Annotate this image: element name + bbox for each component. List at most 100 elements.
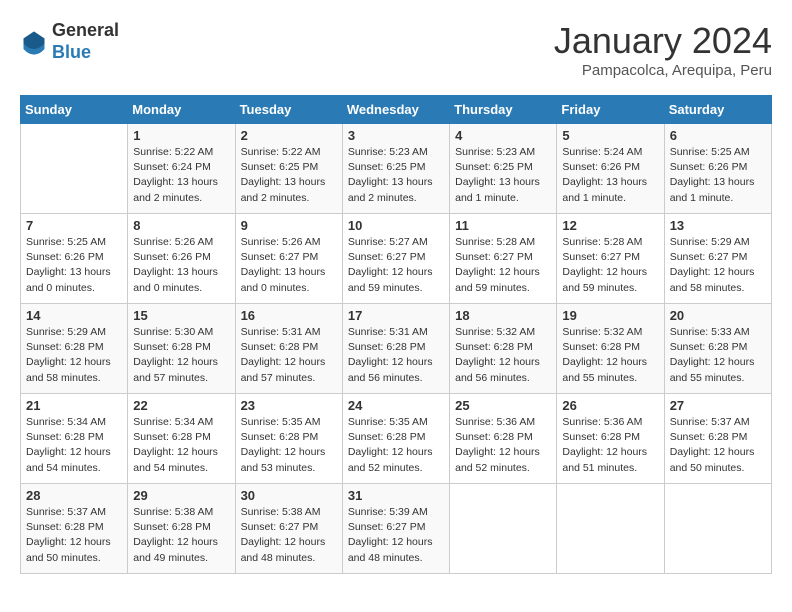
day-number: 11: [455, 218, 551, 233]
calendar-cell: 10 Sunrise: 5:27 AMSunset: 6:27 PMDayligh…: [342, 214, 449, 304]
calendar-cell: 17 Sunrise: 5:31 AMSunset: 6:28 PMDayligh…: [342, 304, 449, 394]
day-info: Sunrise: 5:28 AMSunset: 6:27 PMDaylight:…: [562, 235, 658, 296]
calendar-cell: 13 Sunrise: 5:29 AMSunset: 6:27 PMDayligh…: [664, 214, 771, 304]
day-number: 24: [348, 398, 444, 413]
day-number: 20: [670, 308, 766, 323]
col-header-saturday: Saturday: [664, 96, 771, 124]
day-number: 16: [241, 308, 337, 323]
logo-text: General Blue: [52, 20, 119, 63]
day-info: Sunrise: 5:34 AMSunset: 6:28 PMDaylight:…: [133, 415, 229, 476]
calendar-cell: 24 Sunrise: 5:35 AMSunset: 6:28 PMDayligh…: [342, 394, 449, 484]
day-info: Sunrise: 5:34 AMSunset: 6:28 PMDaylight:…: [26, 415, 122, 476]
calendar-cell: 25 Sunrise: 5:36 AMSunset: 6:28 PMDayligh…: [450, 394, 557, 484]
day-info: Sunrise: 5:36 AMSunset: 6:28 PMDaylight:…: [455, 415, 551, 476]
day-number: 27: [670, 398, 766, 413]
page-header: General Blue January 2024 Pampacolca, Ar…: [20, 20, 772, 79]
col-header-tuesday: Tuesday: [235, 96, 342, 124]
day-number: 2: [241, 128, 337, 143]
day-info: Sunrise: 5:35 AMSunset: 6:28 PMDaylight:…: [241, 415, 337, 476]
logo: General Blue: [20, 20, 119, 63]
day-info: Sunrise: 5:27 AMSunset: 6:27 PMDaylight:…: [348, 235, 444, 296]
day-number: 29: [133, 488, 229, 503]
calendar-cell: 27 Sunrise: 5:37 AMSunset: 6:28 PMDayligh…: [664, 394, 771, 484]
day-info: Sunrise: 5:32 AMSunset: 6:28 PMDaylight:…: [562, 325, 658, 386]
col-header-monday: Monday: [128, 96, 235, 124]
day-info: Sunrise: 5:37 AMSunset: 6:28 PMDaylight:…: [670, 415, 766, 476]
day-number: 25: [455, 398, 551, 413]
day-number: 5: [562, 128, 658, 143]
calendar-cell: 9 Sunrise: 5:26 AMSunset: 6:27 PMDaylight…: [235, 214, 342, 304]
day-number: 10: [348, 218, 444, 233]
calendar-cell: [664, 484, 771, 574]
col-header-wednesday: Wednesday: [342, 96, 449, 124]
day-number: 22: [133, 398, 229, 413]
calendar-cell: 1 Sunrise: 5:22 AMSunset: 6:24 PMDaylight…: [128, 124, 235, 214]
day-info: Sunrise: 5:38 AMSunset: 6:28 PMDaylight:…: [133, 505, 229, 566]
calendar-cell: 26Sunrise: 5:36 AMSunset: 6:28 PMDayligh…: [557, 394, 664, 484]
day-info: Sunrise: 5:22 AMSunset: 6:25 PMDaylight:…: [241, 145, 337, 206]
day-info: Sunrise: 5:31 AMSunset: 6:28 PMDaylight:…: [348, 325, 444, 386]
day-info: Sunrise: 5:39 AMSunset: 6:27 PMDaylight:…: [348, 505, 444, 566]
day-info: Sunrise: 5:23 AMSunset: 6:25 PMDaylight:…: [455, 145, 551, 206]
day-info: Sunrise: 5:35 AMSunset: 6:28 PMDaylight:…: [348, 415, 444, 476]
col-header-thursday: Thursday: [450, 96, 557, 124]
calendar-subtitle: Pampacolca, Arequipa, Peru: [554, 62, 772, 79]
day-info: Sunrise: 5:26 AMSunset: 6:27 PMDaylight:…: [241, 235, 337, 296]
day-number: 23: [241, 398, 337, 413]
day-info: Sunrise: 5:30 AMSunset: 6:28 PMDaylight:…: [133, 325, 229, 386]
calendar-cell: 7 Sunrise: 5:25 AMSunset: 6:26 PMDaylight…: [21, 214, 128, 304]
calendar-cell: 23 Sunrise: 5:35 AMSunset: 6:28 PMDayligh…: [235, 394, 342, 484]
calendar-cell: 28 Sunrise: 5:37 AMSunset: 6:28 PMDayligh…: [21, 484, 128, 574]
calendar-cell: 12 Sunrise: 5:28 AMSunset: 6:27 PMDayligh…: [557, 214, 664, 304]
day-info: Sunrise: 5:25 AMSunset: 6:26 PMDaylight:…: [670, 145, 766, 206]
day-number: 9: [241, 218, 337, 233]
day-number: 17: [348, 308, 444, 323]
calendar-cell: 5 Sunrise: 5:24 AMSunset: 6:26 PMDaylight…: [557, 124, 664, 214]
calendar-cell: [557, 484, 664, 574]
calendar-cell: 6 Sunrise: 5:25 AMSunset: 6:26 PMDaylight…: [664, 124, 771, 214]
calendar-cell: [21, 124, 128, 214]
calendar-cell: 22 Sunrise: 5:34 AMSunset: 6:28 PMDayligh…: [128, 394, 235, 484]
title-block: January 2024 Pampacolca, Arequipa, Peru: [554, 20, 772, 79]
day-info: Sunrise: 5:22 AMSunset: 6:24 PMDaylight:…: [133, 145, 229, 206]
calendar-cell: 2 Sunrise: 5:22 AMSunset: 6:25 PMDaylight…: [235, 124, 342, 214]
day-number: 7: [26, 218, 122, 233]
day-number: 15: [133, 308, 229, 323]
calendar-title: January 2024: [554, 20, 772, 62]
day-number: 21: [26, 398, 122, 413]
day-number: 14: [26, 308, 122, 323]
calendar-cell: 16Sunrise: 5:31 AMSunset: 6:28 PMDayligh…: [235, 304, 342, 394]
day-info: Sunrise: 5:24 AMSunset: 6:26 PMDaylight:…: [562, 145, 658, 206]
day-info: Sunrise: 5:29 AMSunset: 6:27 PMDaylight:…: [670, 235, 766, 296]
calendar-cell: 14Sunrise: 5:29 AMSunset: 6:28 PMDayligh…: [21, 304, 128, 394]
calendar-cell: 15 Sunrise: 5:30 AMSunset: 6:28 PMDayligh…: [128, 304, 235, 394]
calendar-table: SundayMondayTuesdayWednesdayThursdayFrid…: [20, 95, 772, 574]
day-number: 6: [670, 128, 766, 143]
day-info: Sunrise: 5:38 AMSunset: 6:27 PMDaylight:…: [241, 505, 337, 566]
calendar-cell: 11 Sunrise: 5:28 AMSunset: 6:27 PMDayligh…: [450, 214, 557, 304]
day-info: Sunrise: 5:25 AMSunset: 6:26 PMDaylight:…: [26, 235, 122, 296]
logo-icon: [20, 28, 48, 56]
day-number: 31: [348, 488, 444, 503]
calendar-cell: 29 Sunrise: 5:38 AMSunset: 6:28 PMDayligh…: [128, 484, 235, 574]
day-info: Sunrise: 5:32 AMSunset: 6:28 PMDaylight:…: [455, 325, 551, 386]
calendar-cell: 21 Sunrise: 5:34 AMSunset: 6:28 PMDayligh…: [21, 394, 128, 484]
day-number: 1: [133, 128, 229, 143]
day-info: Sunrise: 5:28 AMSunset: 6:27 PMDaylight:…: [455, 235, 551, 296]
day-number: 4: [455, 128, 551, 143]
calendar-cell: 19 Sunrise: 5:32 AMSunset: 6:28 PMDayligh…: [557, 304, 664, 394]
day-number: 19: [562, 308, 658, 323]
day-info: Sunrise: 5:23 AMSunset: 6:25 PMDaylight:…: [348, 145, 444, 206]
calendar-cell: 8Sunrise: 5:26 AMSunset: 6:26 PMDaylight…: [128, 214, 235, 304]
col-header-friday: Friday: [557, 96, 664, 124]
day-number: 8: [133, 218, 229, 233]
day-number: 12: [562, 218, 658, 233]
day-number: 13: [670, 218, 766, 233]
day-number: 18: [455, 308, 551, 323]
day-info: Sunrise: 5:33 AMSunset: 6:28 PMDaylight:…: [670, 325, 766, 386]
day-info: Sunrise: 5:37 AMSunset: 6:28 PMDaylight:…: [26, 505, 122, 566]
day-number: 30: [241, 488, 337, 503]
day-info: Sunrise: 5:36 AMSunset: 6:28 PMDaylight:…: [562, 415, 658, 476]
calendar-cell: 4 Sunrise: 5:23 AMSunset: 6:25 PMDaylight…: [450, 124, 557, 214]
day-number: 28: [26, 488, 122, 503]
